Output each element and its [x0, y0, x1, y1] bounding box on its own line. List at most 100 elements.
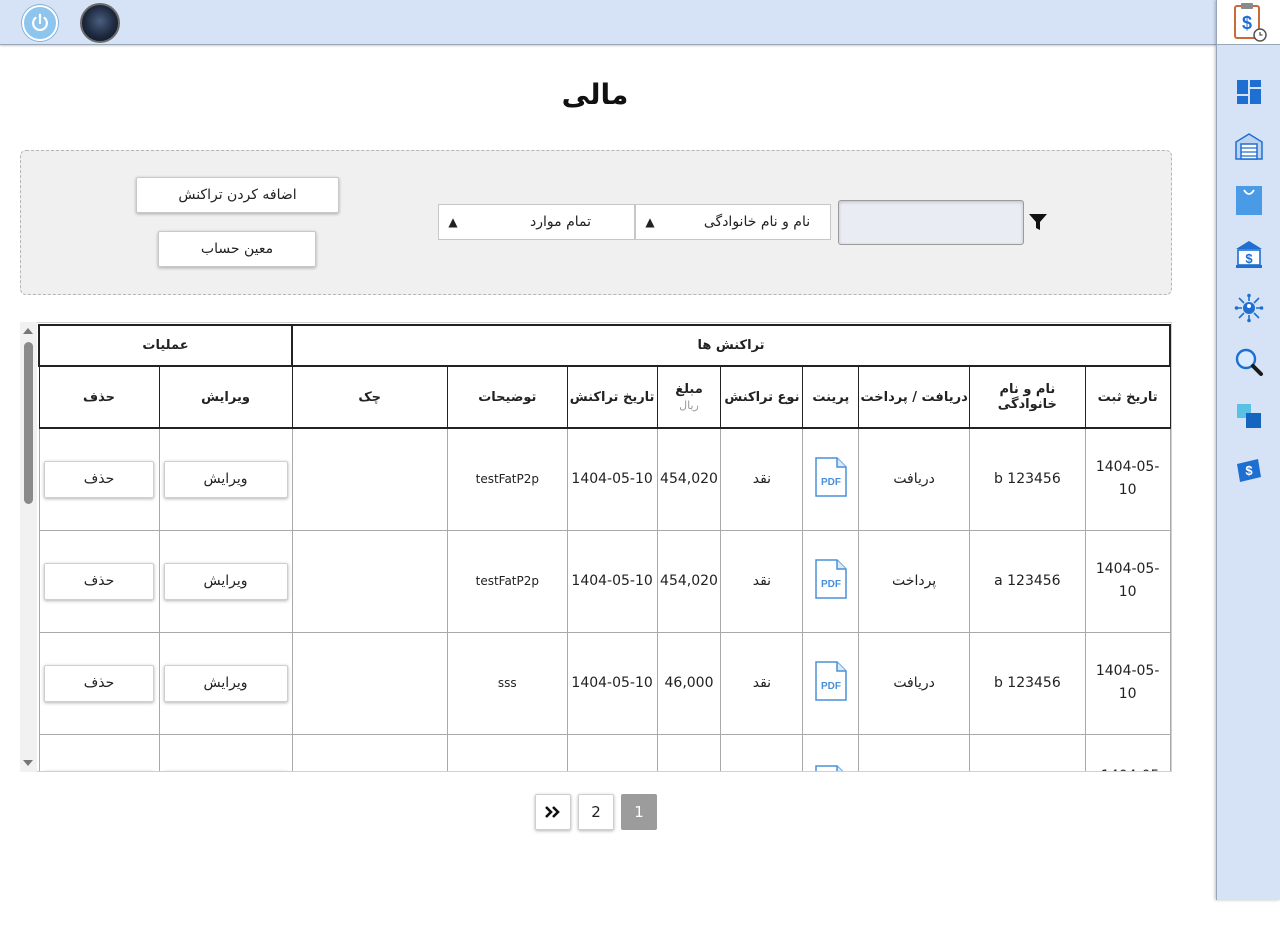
pagination-page-1[interactable]: 1 [621, 794, 657, 830]
delete-button[interactable]: حذف [44, 460, 155, 498]
add-transaction-button[interactable]: اضافه کردن تراکنش [136, 177, 339, 213]
header-print: پرینت [802, 365, 860, 429]
user-avatar[interactable] [80, 3, 120, 43]
cell-name: b 123456 [968, 427, 1086, 531]
filter-scope-value: تمام موارد [530, 214, 591, 230]
cell-edit: ویرایش [158, 427, 293, 531]
cell-type: نقد [720, 631, 804, 735]
cell-name: a 123456 [968, 529, 1086, 633]
delete-button[interactable]: حذف [44, 664, 155, 702]
header-reg-date: تاریخ ثبت [1084, 365, 1171, 429]
cell-delete: حذف [38, 529, 160, 633]
svg-text:$: $ [1245, 251, 1253, 266]
pdf-file-icon[interactable]: PDF [815, 457, 847, 497]
cell-delete: حذف [38, 631, 160, 735]
power-icon [32, 13, 48, 32]
cell-reg-date: 1404-05-10 [1084, 631, 1171, 735]
transactions-table-container[interactable]: تراکنش ها عملیات تاریخ ثبت نام و نام خان… [20, 322, 1172, 772]
pdf-file-icon[interactable]: PDF [815, 764, 847, 773]
chevron-up-icon: ▲ [448, 215, 458, 229]
cell-check [291, 529, 448, 633]
filter-field-select[interactable]: ▲ نام و نام خانوادگی [635, 204, 831, 240]
cell-reg-date: 1404-05- [1084, 733, 1171, 771]
cell-direction [858, 733, 970, 771]
page-title: مالی [561, 78, 629, 111]
sidebar-item-layers[interactable] [1233, 400, 1265, 432]
search-input[interactable] [838, 200, 1024, 245]
cell-tx-date: 1404-05-10 [566, 529, 658, 633]
shopping-bag-icon [1236, 186, 1262, 215]
double-chevron-icon [545, 806, 560, 818]
cell-tx-date: 1404-05-10 [566, 427, 658, 531]
cell-reg-date: 1404-05-10 [1084, 529, 1171, 633]
cell-amount: 454,020 [656, 427, 722, 531]
cell-direction: دریافت [858, 427, 970, 531]
group-header-operations: عملیات [38, 324, 293, 367]
cell-type [720, 733, 804, 771]
table-row: 1404-05-10 b 123456 دریافت PDF نقد 454,0… [38, 427, 1171, 531]
cell-delete [38, 733, 160, 771]
top-bar [0, 0, 1216, 45]
filter-scope-select[interactable]: ▲ تمام موارد [438, 204, 635, 240]
edit-button[interactable] [163, 770, 288, 771]
layers-icon [1237, 404, 1261, 428]
scroll-thumb[interactable] [24, 342, 33, 504]
cell-check [291, 733, 448, 771]
filter-icon[interactable] [1028, 212, 1048, 232]
sidebar-item-dashboard[interactable] [1233, 76, 1265, 108]
cell-type: نقد [720, 529, 804, 633]
svg-text:PDF: PDF [821, 477, 841, 488]
header-amount-unit: ریال [679, 399, 699, 412]
edit-button[interactable]: ویرایش [163, 664, 288, 702]
power-button[interactable] [22, 5, 58, 41]
pagination-page-2[interactable]: 2 [578, 794, 614, 830]
network-icon [1234, 293, 1264, 323]
header-direction: دریافت / پرداخت [858, 365, 970, 429]
cell-amount [656, 733, 722, 771]
header-amount: مبلغ ریال [656, 365, 722, 429]
cell-description: sss [446, 631, 568, 735]
cell-description: testFatP2p [446, 427, 568, 531]
sidebar-item-shop[interactable] [1233, 184, 1265, 216]
svg-text:$: $ [1242, 13, 1252, 33]
sidebar-item-ticket[interactable]: $ [1233, 454, 1265, 486]
dashboard-icon [1237, 80, 1261, 104]
header-tx-date: تاریخ تراکنش [566, 365, 658, 429]
delete-button[interactable]: حذف [44, 562, 155, 600]
scroll-up-arrow-icon[interactable] [23, 328, 33, 334]
cell-direction: دریافت [858, 631, 970, 735]
cell-print: PDF [802, 631, 860, 735]
sidebar-item-warehouse[interactable] [1233, 130, 1265, 162]
table-row: 1404-05-10 b 123456 دریافت PDF نقد 46,00… [38, 631, 1171, 735]
edit-button[interactable]: ویرایش [163, 460, 288, 498]
cell-check [291, 427, 448, 531]
cell-amount: 454,020 [656, 529, 722, 633]
sidebar-item-finance[interactable]: $ [1217, 0, 1280, 45]
sidebar-item-search[interactable] [1233, 346, 1265, 378]
cell-print: PDF [802, 427, 860, 531]
transactions-table: تراکنش ها عملیات تاریخ ثبت نام و نام خان… [38, 324, 1171, 773]
delete-button[interactable] [44, 770, 155, 771]
sidebar-item-bank[interactable]: $ [1233, 238, 1265, 270]
pagination-first-button[interactable] [535, 794, 571, 830]
ticket-icon: $ [1237, 459, 1261, 482]
sidebar: $ $ $ [1216, 0, 1280, 900]
cell-name: b 123456 [968, 631, 1086, 735]
table-row: 1404-05-10 a 123456 پرداخت PDF نقد 454,0… [38, 529, 1171, 633]
edit-button[interactable]: ویرایش [163, 562, 288, 600]
pdf-file-icon[interactable]: PDF [815, 661, 847, 701]
warehouse-icon [1235, 133, 1263, 160]
table-scrollbar[interactable] [20, 322, 37, 772]
pdf-file-icon[interactable]: PDF [815, 559, 847, 599]
account-ledger-button[interactable]: معین حساب [158, 231, 316, 267]
cell-amount: 46,000 [656, 631, 722, 735]
table-row: 1404-05- PDF [38, 733, 1171, 773]
sidebar-item-network[interactable] [1233, 292, 1265, 324]
cell-edit: ویرایش [158, 529, 293, 633]
scroll-down-arrow-icon[interactable] [23, 760, 33, 766]
header-amount-label: مبلغ [675, 382, 703, 397]
search-icon [1235, 348, 1263, 376]
header-description: توضیحات [446, 365, 568, 429]
group-header-transactions: تراکنش ها [291, 324, 1171, 367]
cell-description [446, 733, 568, 771]
